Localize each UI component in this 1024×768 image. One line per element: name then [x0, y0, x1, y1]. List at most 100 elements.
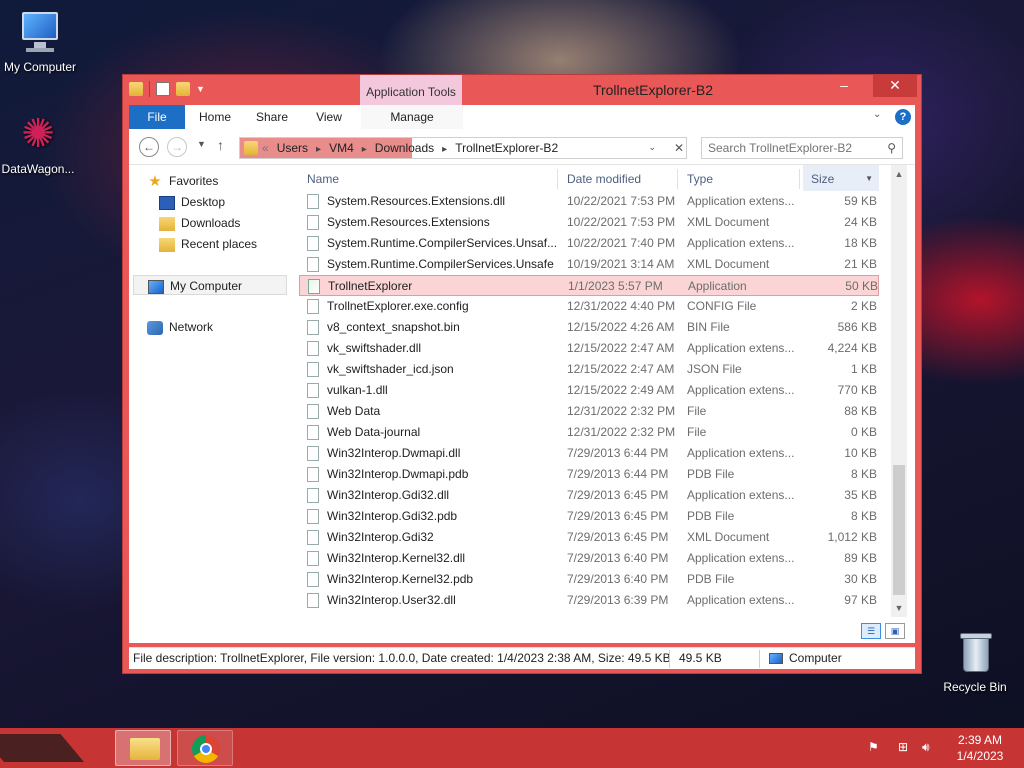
file-date: 1/1/2023 5:57 PM — [568, 279, 663, 293]
column-header-size-label: Size — [811, 172, 835, 186]
breadcrumb-users[interactable]: Users — [277, 141, 308, 155]
file-size: 4,224 KB — [827, 341, 877, 355]
close-button[interactable]: ✕ — [873, 75, 917, 97]
file-row[interactable]: Win32Interop.Kernel32.pdb 7/29/2013 6:40 … — [299, 569, 879, 590]
file-row[interactable]: Win32Interop.Gdi32.pdb 7/29/2013 6:45 PM P… — [299, 506, 879, 527]
file-row[interactable]: TrollnetExplorer 1/1/2023 5:57 PM Applicat… — [299, 275, 879, 296]
tab-home[interactable]: Home — [189, 105, 241, 129]
column-divider[interactable] — [799, 169, 800, 189]
nav-favorites[interactable]: ★ Favorites — [147, 171, 218, 191]
search-input[interactable] — [702, 138, 878, 158]
file-row[interactable]: Win32Interop.Dwmapi.pdb 7/29/2013 6:44 PM… — [299, 464, 879, 485]
file-row[interactable]: Win32Interop.Kernel32.dll 7/29/2013 6:40 … — [299, 548, 879, 569]
help-icon[interactable]: ? — [895, 109, 911, 125]
file-row[interactable]: vk_swiftshader_icd.json 12/15/2022 2:47 A… — [299, 359, 879, 380]
column-header-name[interactable]: Name — [307, 165, 339, 191]
large-icons-view-icon[interactable]: ▣ — [885, 623, 905, 639]
breadcrumb-downloads[interactable]: Downloads — [375, 141, 434, 155]
column-header-type[interactable]: Type — [687, 165, 713, 191]
file-date: 7/29/2013 6:45 PM — [567, 509, 669, 523]
nav-my-computer[interactable]: My Computer — [133, 275, 287, 295]
desktop-icon-my-computer[interactable]: My Computer — [0, 8, 82, 74]
column-divider[interactable] — [557, 169, 558, 189]
file-size: 586 KB — [837, 320, 877, 334]
column-header-size[interactable]: Size ▼ — [803, 165, 879, 191]
breadcrumb-vm4[interactable]: VM4 — [329, 141, 354, 155]
close-icon[interactable]: ✕ — [669, 138, 689, 158]
nav-desktop[interactable]: Desktop — [159, 192, 225, 212]
title-bar[interactable]: ▼ Application Tools TrollnetExplorer-B2 … — [123, 75, 921, 107]
properties-icon[interactable] — [156, 82, 170, 96]
dll-file-icon — [307, 383, 319, 398]
file-row[interactable]: Win32Interop.User32.dll 7/29/2013 6:39 PM… — [299, 590, 879, 611]
chevron-right-icon[interactable]: ▸ — [362, 144, 367, 155]
recent-locations-chevron-icon[interactable]: ▼ — [197, 139, 206, 149]
file-row[interactable]: System.Runtime.CompilerServices.Unsaf...… — [299, 233, 879, 254]
file-name: Web Data-journal — [327, 425, 421, 439]
file-row[interactable]: v8_context_snapshot.bin 12/15/2022 4:26 A… — [299, 317, 879, 338]
nav-recent-places[interactable]: Recent places — [159, 234, 257, 254]
tab-file[interactable]: File — [129, 105, 185, 129]
file-row[interactable]: TrollnetExplorer.exe.config 12/31/2022 4:… — [299, 296, 879, 317]
address-bar[interactable]: « Users ▸ VM4 ▸ Downloads ▸ TrollnetExplorer-B2… — [239, 137, 687, 159]
tab-manage[interactable]: Manage — [361, 105, 463, 129]
file-date: 7/29/2013 6:44 PM — [567, 467, 669, 481]
clock-date: 1/4/2023 — [956, 749, 1004, 763]
file-row[interactable]: vulkan-1.dll 12/15/2022 2:49 AM Applicatio… — [299, 380, 879, 401]
desktop-icon-label: My Computer — [3, 60, 77, 74]
file-row[interactable]: System.Resources.Extensions 10/22/2021 7:… — [299, 212, 879, 233]
search-icon[interactable]: ⚲ — [887, 141, 896, 155]
file-row[interactable]: Win32Interop.Gdi32.dll 7/29/2013 6:45 PM A… — [299, 485, 879, 506]
file-row[interactable]: System.Resources.Extensions.dll 10/22/202… — [299, 191, 879, 212]
minimize-button[interactable]: – — [830, 75, 858, 97]
desktop-icon-recycle-bin[interactable]: Recycle Bin — [933, 628, 1017, 694]
tab-view[interactable]: View — [305, 105, 353, 129]
file-name: TrollnetExplorer.exe.config — [327, 299, 469, 313]
nav-downloads[interactable]: Downloads — [159, 213, 240, 233]
quick-access-toolbar: ▼ — [129, 81, 205, 97]
breadcrumb-overflow[interactable]: « — [262, 141, 269, 155]
taskbar-chrome[interactable] — [177, 730, 233, 766]
tab-share[interactable]: Share — [247, 105, 297, 129]
scrollbar-thumb[interactable] — [893, 465, 905, 595]
file-date: 12/31/2022 2:32 PM — [567, 404, 676, 418]
file-type: CONFIG File — [687, 299, 757, 313]
search-box[interactable]: ⚲ — [701, 137, 903, 159]
forward-button[interactable]: → — [167, 137, 187, 157]
desktop-icon-datawagon[interactable]: ✺ DataWagon... — [0, 110, 80, 176]
breadcrumb-trollnetexplorer-b2[interactable]: TrollnetExplorer-B2 — [455, 141, 558, 155]
up-arrow-icon[interactable]: ↑ — [217, 137, 224, 153]
dll-file-icon — [307, 551, 319, 566]
scroll-up-icon[interactable]: ▲ — [891, 165, 907, 183]
file-size: 18 KB — [844, 236, 877, 250]
volume-icon[interactable]: 🔊︎ — [922, 740, 930, 755]
file-row[interactable]: Win32Interop.Dwmapi.dll 7/29/2013 6:44 PM… — [299, 443, 879, 464]
taskbar-file-explorer[interactable] — [115, 730, 171, 766]
chevron-right-icon[interactable]: ▸ — [442, 144, 447, 155]
chevron-right-icon[interactable]: ▸ — [316, 144, 321, 155]
chevron-down-icon[interactable]: ▼ — [196, 84, 205, 94]
expand-ribbon-icon[interactable]: ⌄ — [873, 109, 881, 120]
details-view-icon[interactable]: ☰ — [861, 623, 881, 639]
address-dropdown-icon[interactable]: ⌄ — [648, 142, 656, 153]
network-tray-icon[interactable]: ⊞ — [898, 740, 908, 754]
start-button[interactable] — [0, 734, 106, 762]
back-button[interactable]: ← — [139, 137, 159, 157]
file-date: 7/29/2013 6:39 PM — [567, 593, 669, 607]
action-center-flag-icon[interactable]: ⚑ — [868, 740, 879, 754]
column-divider[interactable] — [677, 169, 678, 189]
file-row[interactable]: Web Data 12/31/2022 2:32 PM File 88 KB — [299, 401, 879, 422]
file-row[interactable]: Web Data-journal 12/31/2022 2:32 PM File 0 … — [299, 422, 879, 443]
file-row[interactable]: System.Runtime.CompilerServices.Unsafe 10… — [299, 254, 879, 275]
file-row[interactable]: Win32Interop.Gdi32 7/29/2013 6:45 PM XML D… — [299, 527, 879, 548]
column-header-date[interactable]: Date modified — [567, 165, 641, 191]
file-row[interactable]: vk_swiftshader.dll 12/15/2022 2:47 AM Appl… — [299, 338, 879, 359]
new-folder-icon[interactable] — [176, 82, 190, 96]
scroll-down-icon[interactable]: ▼ — [891, 599, 907, 617]
nav-network[interactable]: Network — [147, 317, 213, 337]
vertical-scrollbar[interactable]: ▲ ▼ — [891, 165, 907, 617]
file-date: 12/15/2022 4:26 AM — [567, 320, 675, 334]
file-icon — [307, 572, 319, 587]
clock[interactable]: 2:39 AM 1/4/2023 — [950, 732, 1010, 764]
recycle-bin-icon — [951, 628, 999, 676]
